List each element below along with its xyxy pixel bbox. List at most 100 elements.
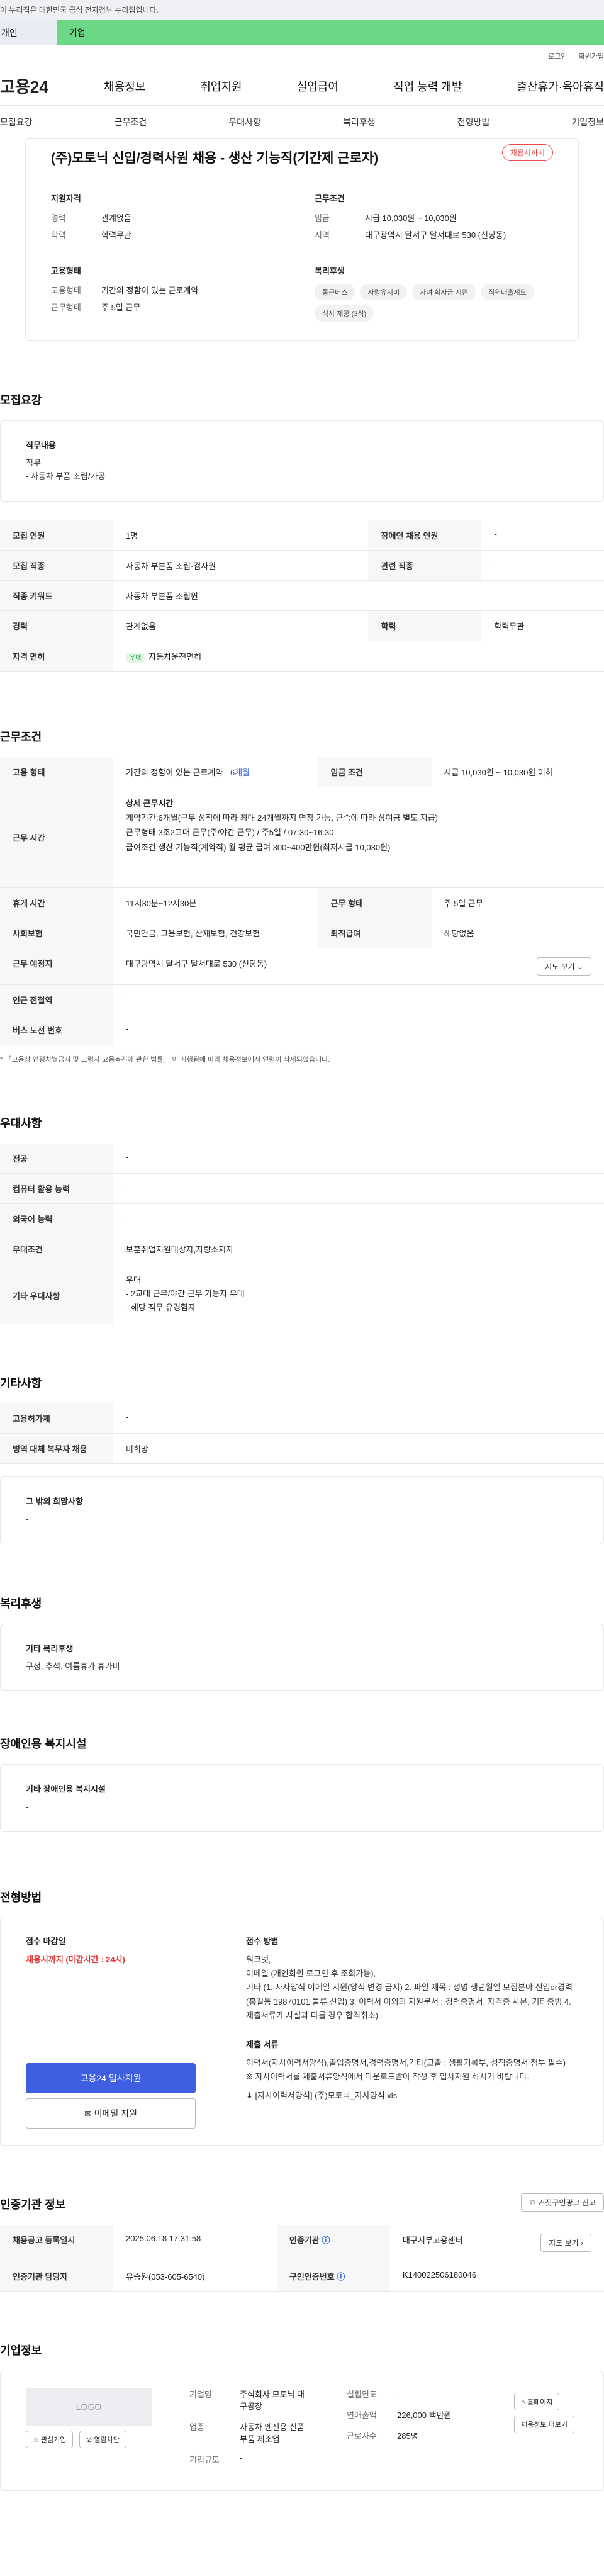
- table-row: 채용공고 등록일시 2025.06.18 17:31:58 인증기관 ⓘ 대구서…: [0, 2225, 604, 2262]
- homepage-button[interactable]: ⌂ 홈페이지: [514, 2393, 560, 2411]
- site-logo[interactable]: 고용24: [0, 74, 104, 98]
- docs-line: 이력서(자사이력서양식),졸업증명서,경력증명서,기타(고졸 : 생활기록부, …: [246, 2057, 566, 2067]
- emp-heading: 고용형태: [51, 266, 81, 276]
- welfare-box: 기타 복리후생 구정, 추석, 여름휴가 휴가비: [0, 1623, 604, 1692]
- cell-value: 보훈취업지원대상자,자랑소지자: [113, 1234, 604, 1264]
- table-row: 자격 면허 우대 자동차운전면허: [0, 641, 604, 672]
- gnb-item-employment-support[interactable]: 취업지원: [200, 78, 242, 94]
- map-button[interactable]: 지도 보기 ⌄: [537, 957, 591, 976]
- work-table: 고용 형태 기간의 정함이 있는 근로계약 - 6개월 임금 조건 시급 10,…: [0, 756, 604, 1045]
- table-row: 전공 -: [0, 1143, 604, 1174]
- deadline-heading: 접수 마감일: [26, 1937, 66, 1947]
- subnav-process[interactable]: 전형방법: [457, 116, 490, 128]
- gnb-item-training[interactable]: 직업 능력 개발: [393, 78, 462, 94]
- cell-label: 사회보험: [0, 918, 113, 948]
- employees-value: 285명: [397, 2431, 418, 2441]
- cell-value: -: [113, 1173, 604, 1204]
- apply-section-title: 전형방법: [0, 1891, 42, 1904]
- report-button[interactable]: ⚐ 거짓구인광고 신고: [521, 2193, 604, 2212]
- org-value: 대구서부고용센터: [402, 2236, 463, 2246]
- email-apply-button[interactable]: ✉ 이메일 지원: [26, 2098, 196, 2129]
- cell-label: 병역 대체 복무자 채용: [0, 1433, 113, 1464]
- report-button-label: 거짓구인광고 신고: [538, 2198, 596, 2208]
- subnav-company[interactable]: 기업정보: [571, 116, 604, 128]
- welfare-heading: 복리후생: [315, 266, 345, 276]
- gnb-item-unemployment[interactable]: 실업급여: [297, 78, 338, 94]
- block-icon: ⊘: [86, 2436, 92, 2444]
- job-title: (주)모토닉 신입/경력사원 채용 - 생산 기능직(기간제 근로자): [51, 151, 379, 166]
- gnb-item-jobs[interactable]: 채용정보: [104, 78, 145, 94]
- favorite-button[interactable]: ☆ 관심기업: [26, 2431, 74, 2449]
- qual-heading: 지원자격: [51, 194, 81, 203]
- table-row: 근무 시간 상세 근무시간 계약기간:6개월(근무 성적에 따라 최대 24개월…: [0, 787, 604, 888]
- est-label: 설립연도: [347, 2390, 377, 2400]
- cond-wage-value: 시급 10,030원 ~ 10,030원: [365, 213, 457, 223]
- cell-value: 관계없음: [113, 610, 369, 641]
- welfare-box-text: 구정, 추석, 여름휴가 휴가비: [26, 1661, 120, 1671]
- attachment-link[interactable]: ⬇ [자사이력서양식] (주)모토닉_자사양식.xls: [246, 2089, 578, 2103]
- cell-label: 우대조건: [0, 1234, 113, 1264]
- cell-value: 1명: [113, 520, 369, 551]
- cell-value: 대구서부고용센터 지도 보기 ›: [389, 2225, 604, 2262]
- emp-type-months: 6개월: [230, 767, 250, 777]
- cell-label: 모집 인원: [0, 520, 113, 551]
- cell-value: -: [113, 1015, 604, 1045]
- cell-value: -: [113, 1203, 604, 1234]
- welfare-tag: 식사 제공 (3식): [315, 305, 374, 322]
- cell-label: 휴게 시간: [0, 887, 113, 918]
- method-line: 워크넷,: [246, 1955, 271, 1965]
- pref-line: - 2교대 근무/야간 근무 가능자 우대: [126, 1288, 245, 1298]
- info-icon[interactable]: ⓘ: [322, 2236, 330, 2245]
- sales-value: 226,000 백만원: [397, 2410, 452, 2421]
- block-button[interactable]: ⊘ 열람차단: [79, 2431, 126, 2449]
- cell-value: -: [113, 1403, 604, 1434]
- subnav-recruit[interactable]: 모집요강: [0, 116, 33, 128]
- subnav-work[interactable]: 근무조건: [115, 116, 147, 128]
- qual-edu-value: 학력무관: [101, 230, 131, 240]
- table-row: 직종 키워드 자동차 부분품 조립원: [0, 580, 604, 611]
- cell-value: 2025.06.18 17:31:58: [113, 2225, 277, 2262]
- subnav-welfare[interactable]: 복리후생: [343, 116, 376, 128]
- signup-link[interactable]: 회원가입: [579, 51, 604, 61]
- emp-type-label: 고용형태: [51, 286, 81, 295]
- table-row: 사회보험 국민연금, 고용보험, 산재보험, 건강보험 퇴직급여 해당없음: [0, 918, 604, 948]
- table-row: 경력 관계없음 학력 학력무관: [0, 610, 604, 641]
- cell-value: -: [113, 984, 604, 1015]
- table-row: 고용허가제 -: [0, 1403, 604, 1434]
- tab-personal[interactable]: 개인: [0, 20, 57, 45]
- cell-value: 국민연금, 고용보험, 산재보험, 건강보험: [113, 918, 318, 948]
- agency-map-button[interactable]: 지도 보기 ›: [540, 2234, 591, 2253]
- section-nav: 모집요강 근무조건 우대사항 복리후생 전형방법 기업정보: [0, 106, 604, 138]
- more-jobs-button[interactable]: 채용정보 더보기: [514, 2416, 574, 2434]
- cell-label: 인근 전철역: [0, 984, 113, 1015]
- size-value: -: [240, 2453, 243, 2463]
- cell-label: 버스 노선 번호: [0, 1015, 113, 1045]
- agency-table: 채용공고 등록일시 2025.06.18 17:31:58 인증기관 ⓘ 대구서…: [0, 2225, 604, 2292]
- agency-section-label: 인증기관 정보: [0, 2198, 66, 2212]
- report-icon: ⚐: [529, 2198, 536, 2208]
- apply-box: 접수 마감일 채용시까지 (마감시간 : 24시) 고용24 입사지원 ✉ 이메…: [0, 1918, 604, 2146]
- disab-box-heading: 기타 장애인용 복지시설: [26, 1784, 106, 1794]
- hours-line: 근무형태:3조2교대 근무(주/야간 근무) / 주5일 / 07:30~16:…: [126, 828, 334, 838]
- subnav-pref[interactable]: 우대사항: [228, 116, 261, 128]
- tab-company[interactable]: 기업: [57, 20, 604, 45]
- favorite-label: 관심기업: [40, 2436, 67, 2444]
- table-row: 인근 전철역 -: [0, 984, 604, 1015]
- deadline-value: 채용시까지 (마감시간 : 24시): [26, 1955, 125, 1965]
- gnb-item-leave[interactable]: 출산휴가·육아휴직: [517, 78, 604, 94]
- hours-title: 상세 근무시간: [126, 798, 174, 808]
- info-icon[interactable]: ⓘ: [337, 2272, 345, 2281]
- cond-wage-label: 임금: [315, 213, 330, 223]
- hours-line: 계약기간:6개월(근무 성적에 따라 최대 24개월까지 연장 가능, 근속에 …: [126, 813, 438, 823]
- welfare-box-heading: 기타 복리후생: [26, 1643, 74, 1653]
- job-summary-card: (주)모토닉 신입/경력사원 채용 - 생산 기능직(기간제 근로자) 채용시까…: [25, 138, 579, 341]
- emp-type-text: 기간의 정함이 있는 근로계약 -: [126, 767, 228, 777]
- cell-value: -: [481, 550, 604, 581]
- table-row: 외국어 능력 -: [0, 1203, 604, 1234]
- login-link[interactable]: 로그인: [548, 51, 567, 61]
- table-row: 버스 노선 번호 -: [0, 1015, 604, 1045]
- duty-text: 직무 - 자동차 부품 조립/가공: [26, 458, 106, 481]
- apply-button[interactable]: 고용24 입사지원: [26, 2063, 196, 2094]
- qual-edu-label: 학력: [51, 230, 66, 240]
- cell-label: 구인인증번호 ⓘ: [276, 2261, 390, 2292]
